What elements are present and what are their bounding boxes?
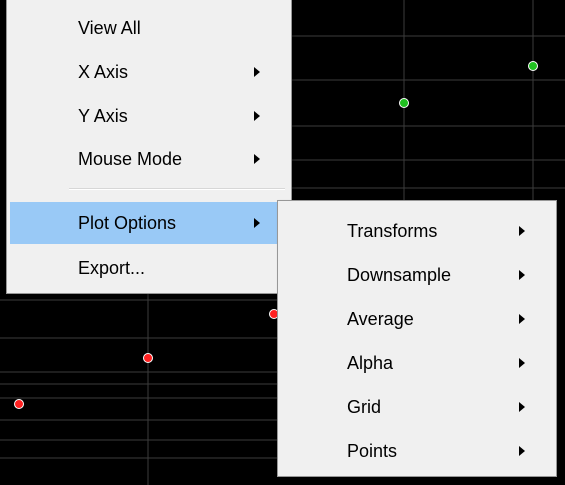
submenu-arrow-icon xyxy=(519,226,525,236)
plot-options-submenu: Transforms Downsample Average Alpha Grid… xyxy=(277,200,557,477)
data-point-red xyxy=(143,353,153,363)
submenu-item-grid[interactable]: Grid xyxy=(281,387,553,427)
menu-item-view-all[interactable]: View All xyxy=(10,8,288,48)
menu-item-export[interactable]: Export... xyxy=(10,248,288,288)
menu-item-label: Y Axis xyxy=(78,105,128,126)
menu-item-mouse-mode[interactable]: Mouse Mode xyxy=(10,139,288,179)
submenu-arrow-icon xyxy=(519,358,525,368)
submenu-arrow-icon xyxy=(254,67,260,77)
menu-item-label: X Axis xyxy=(78,61,129,82)
menu-item-label: Grid xyxy=(347,396,382,417)
menu-separator xyxy=(69,188,285,190)
submenu-arrow-icon xyxy=(519,446,525,456)
menu-item-label: Alpha xyxy=(347,352,394,373)
submenu-item-average[interactable]: Average xyxy=(281,299,553,339)
submenu-arrow-icon xyxy=(254,111,260,121)
menu-item-plot-options[interactable]: Plot Options xyxy=(10,202,288,244)
submenu-arrow-icon xyxy=(254,154,260,164)
menu-item-label: Export... xyxy=(78,257,146,278)
context-menu: View All X Axis Y Axis Mouse Mode Plot O… xyxy=(6,0,292,294)
menu-item-x-axis[interactable]: X Axis xyxy=(10,52,288,92)
submenu-item-transforms[interactable]: Transforms xyxy=(281,211,553,251)
submenu-item-downsample[interactable]: Downsample xyxy=(281,255,553,295)
data-point-green xyxy=(528,61,538,71)
submenu-arrow-icon xyxy=(519,314,525,324)
submenu-item-alpha[interactable]: Alpha xyxy=(281,343,553,383)
menu-item-label: Plot Options xyxy=(78,212,177,233)
submenu-arrow-icon xyxy=(519,402,525,412)
menu-item-label: Average xyxy=(347,308,414,329)
menu-item-label: Transforms xyxy=(347,220,438,241)
submenu-arrow-icon xyxy=(254,218,260,228)
submenu-arrow-icon xyxy=(519,270,525,280)
data-point-red xyxy=(14,399,24,409)
submenu-item-points[interactable]: Points xyxy=(281,431,553,471)
menu-item-label: Mouse Mode xyxy=(78,148,183,169)
menu-item-label: View All xyxy=(78,17,141,38)
menu-item-label: Downsample xyxy=(347,264,452,285)
data-point-green xyxy=(399,98,409,108)
menu-item-label: Points xyxy=(347,440,398,461)
menu-item-y-axis[interactable]: Y Axis xyxy=(10,96,288,136)
